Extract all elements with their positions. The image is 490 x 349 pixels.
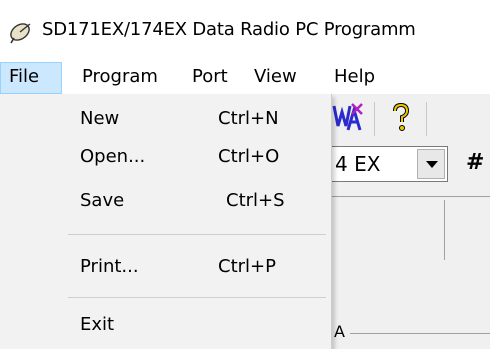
write-radio-icon bbox=[332, 103, 363, 131]
menu-port[interactable]: Port bbox=[184, 62, 236, 94]
toolbar-separator bbox=[426, 102, 427, 136]
help-button[interactable] bbox=[382, 100, 420, 136]
menu-file-label: File bbox=[9, 66, 40, 87]
menu-item-shortcut: Ctrl+S bbox=[226, 190, 285, 211]
panel-border bbox=[444, 200, 445, 260]
menu-item-label: Exit bbox=[80, 314, 115, 335]
menu-bar: File Program Port View Help bbox=[0, 62, 490, 94]
toolbar-separator bbox=[374, 102, 375, 136]
menu-item-label: Print... bbox=[80, 256, 139, 277]
menu-item-label: Save bbox=[80, 190, 125, 211]
chevron-down-icon bbox=[426, 161, 438, 168]
menu-item-open[interactable]: Open... Ctrl+O bbox=[0, 142, 331, 174]
menu-view-label: View bbox=[254, 66, 297, 87]
menu-item-new[interactable]: New Ctrl+N bbox=[0, 104, 331, 136]
model-select[interactable]: 4 EX bbox=[330, 146, 448, 182]
menu-item-save[interactable]: Save Ctrl+S bbox=[0, 186, 331, 218]
menu-separator bbox=[68, 234, 326, 235]
channel-hash-label: # bbox=[466, 150, 485, 175]
menu-item-shortcut: Ctrl+O bbox=[218, 146, 280, 167]
menu-separator bbox=[68, 297, 326, 298]
title-bar: SD171EX/174EX Data Radio PC Programm bbox=[0, 0, 490, 62]
menu-program-label: Program bbox=[82, 66, 158, 87]
menu-help-label: Help bbox=[334, 66, 376, 87]
model-select-value: 4 EX bbox=[335, 152, 381, 176]
satellite-dish-icon bbox=[10, 23, 31, 44]
menu-item-print[interactable]: Print... Ctrl+P bbox=[0, 252, 331, 284]
group-box-label: A bbox=[334, 322, 345, 341]
group-box-border bbox=[350, 333, 490, 334]
menu-view[interactable]: View bbox=[246, 62, 305, 94]
menu-program[interactable]: Program bbox=[74, 62, 166, 94]
write-radio-button[interactable] bbox=[330, 100, 368, 136]
menu-item-label: Open... bbox=[80, 146, 146, 167]
menu-item-shortcut: Ctrl+P bbox=[218, 256, 276, 277]
menu-item-shortcut: Ctrl+N bbox=[218, 108, 279, 129]
menu-item-label: New bbox=[80, 108, 120, 129]
help-question-icon bbox=[393, 102, 410, 131]
menu-file[interactable]: File bbox=[0, 62, 62, 94]
file-menu-dropdown: New Ctrl+N Open... Ctrl+O Save Ctrl+S Pr… bbox=[0, 94, 332, 349]
model-select-dropdown-button[interactable] bbox=[417, 149, 445, 179]
menu-item-exit[interactable]: Exit bbox=[0, 310, 331, 342]
menu-port-label: Port bbox=[192, 66, 228, 87]
panel-border bbox=[332, 196, 490, 197]
menu-help[interactable]: Help bbox=[326, 62, 383, 94]
window-title: SD171EX/174EX Data Radio PC Programm bbox=[42, 19, 416, 40]
